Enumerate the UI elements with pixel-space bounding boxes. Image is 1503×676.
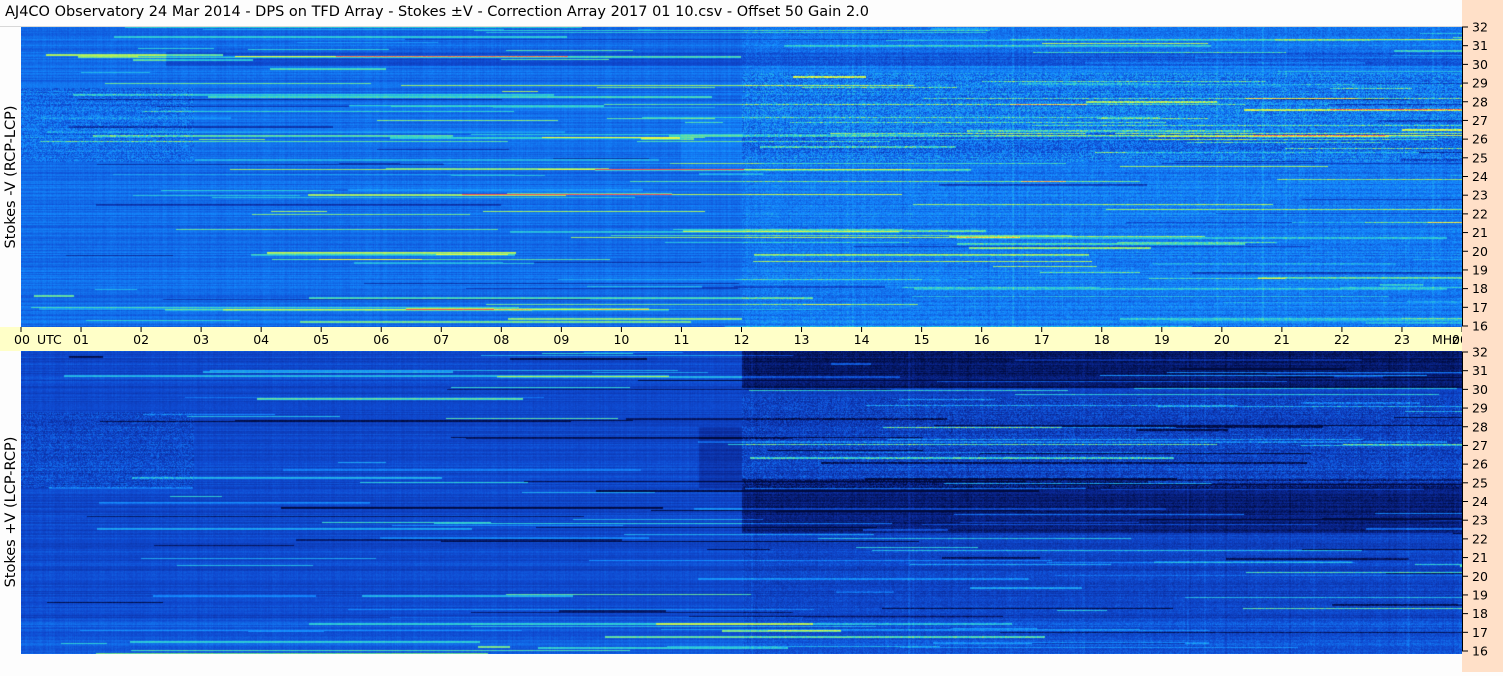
y-tick-label: 31 — [1472, 363, 1488, 378]
y-tick-label: 21 — [1472, 225, 1488, 240]
y-tick-label: 29 — [1472, 76, 1488, 91]
x-tick-label: 17 — [1034, 332, 1050, 347]
x-tick-label: 18 — [1094, 332, 1110, 347]
x-tick-label: 22 — [1334, 332, 1350, 347]
y-tick-label: 20 — [1472, 569, 1488, 584]
x-tick-label: 16 — [974, 332, 990, 347]
x-tick-label: 01 — [73, 332, 89, 347]
x-tick-label: 15 — [914, 332, 930, 347]
y-tick-label: 32 — [1472, 345, 1488, 360]
y-tick-label: 24 — [1472, 494, 1488, 509]
x-tick-label: 20 — [1214, 332, 1230, 347]
x-tick-label: 09 — [553, 332, 569, 347]
y-tick-label: 20 — [1472, 244, 1488, 259]
y-tick-label: 22 — [1472, 206, 1488, 221]
x-tick-label: 03 — [193, 332, 209, 347]
y-tick-label: 16 — [1472, 644, 1488, 659]
x-tick-label: 08 — [493, 332, 509, 347]
y-tick-label: 27 — [1472, 438, 1488, 453]
x-tick-label: 21 — [1274, 332, 1290, 347]
y-tick-label: 18 — [1472, 281, 1488, 296]
y-tick-label: 28 — [1472, 94, 1488, 109]
y-tick-label: 16 — [1472, 319, 1488, 334]
bottom-panel-ylabel: Stokes +V (LCP-RCP) — [3, 436, 19, 587]
y-tick-label: 18 — [1472, 606, 1488, 621]
y-tick-label: 25 — [1472, 150, 1488, 165]
y-tick-label: 30 — [1472, 57, 1488, 72]
y-tick-label: 32 — [1472, 20, 1488, 35]
y-tick-label: 17 — [1472, 300, 1488, 315]
frequency-axis-svg: 16 17 18 19 20 21 22 23 24 25 26 27 28 29 30 31 32 16 17 18… — [1462, 20, 1488, 659]
title-bar: AJ4CO Observatory 24 Mar 2014 - DPS on T… — [0, 0, 1462, 27]
x-tick-label: 04 — [253, 332, 269, 347]
top-panel-ylabel-area: Stokes -V (RCP-LCP) — [0, 26, 22, 327]
bottom-panel-ylabel-area: Stokes +V (LCP-RCP) — [0, 351, 22, 672]
y-tick-label: 24 — [1472, 169, 1488, 184]
x-tick-label: 06 — [373, 332, 389, 347]
x-tick-label: 10 — [613, 332, 629, 347]
x-axis-unit-label: UTC — [37, 332, 62, 347]
frequency-axis: 16 17 18 19 20 21 22 23 24 25 26 27 28 29 30 31 32 16 17 18… — [1462, 0, 1503, 672]
y-tick-label: 21 — [1472, 550, 1488, 565]
y-tick-label: 19 — [1472, 262, 1488, 277]
chart-title: AJ4CO Observatory 24 Mar 2014 - DPS on T… — [5, 4, 870, 20]
top-panel-ylabel: Stokes -V (RCP-LCP) — [3, 104, 19, 249]
y-tick-label: 25 — [1472, 475, 1488, 490]
y-tick-label: 22 — [1472, 531, 1488, 546]
x-tick-label: 19 — [1154, 332, 1170, 347]
x-tick-label: 12 — [734, 332, 750, 347]
y-tick-label: 23 — [1472, 188, 1488, 203]
y-tick-label: 26 — [1472, 132, 1488, 147]
y-tick-label: 31 — [1472, 38, 1488, 53]
x-tick-label: 14 — [854, 332, 870, 347]
x-tick-label: 00 — [14, 332, 30, 347]
x-tick-label: 13 — [794, 332, 810, 347]
x-tick-label: 05 — [313, 332, 329, 347]
y-tick-label: 27 — [1472, 113, 1488, 128]
utc-time-axis: 00 01 02 03 04 05 06 07 08 09 10 11 12 13 14 15 16 17 18 19… — [0, 327, 1468, 351]
x-tick-label: 11 — [674, 332, 690, 347]
x-tick-label: 07 — [433, 332, 449, 347]
y-tick-label: 19 — [1472, 587, 1488, 602]
y-axis-unit-label: MHz — [1432, 332, 1459, 347]
x-tick-label: 23 — [1394, 332, 1410, 347]
y-tick-label: 30 — [1472, 382, 1488, 397]
y-tick-label: 28 — [1472, 419, 1488, 434]
spectrogram-stokes-minus-v — [21, 27, 1462, 327]
y-tick-label: 29 — [1472, 401, 1488, 416]
spectrogram-stokes-plus-v — [21, 351, 1462, 654]
y-tick-label: 17 — [1472, 625, 1488, 640]
y-tick-label: 26 — [1472, 457, 1488, 472]
y-tick-label: 23 — [1472, 513, 1488, 528]
x-tick-label: 02 — [133, 332, 149, 347]
utc-time-axis-svg: 00 01 02 03 04 05 06 07 08 09 10 11 12 13 14 15 16 17 18 19… — [14, 327, 1468, 347]
